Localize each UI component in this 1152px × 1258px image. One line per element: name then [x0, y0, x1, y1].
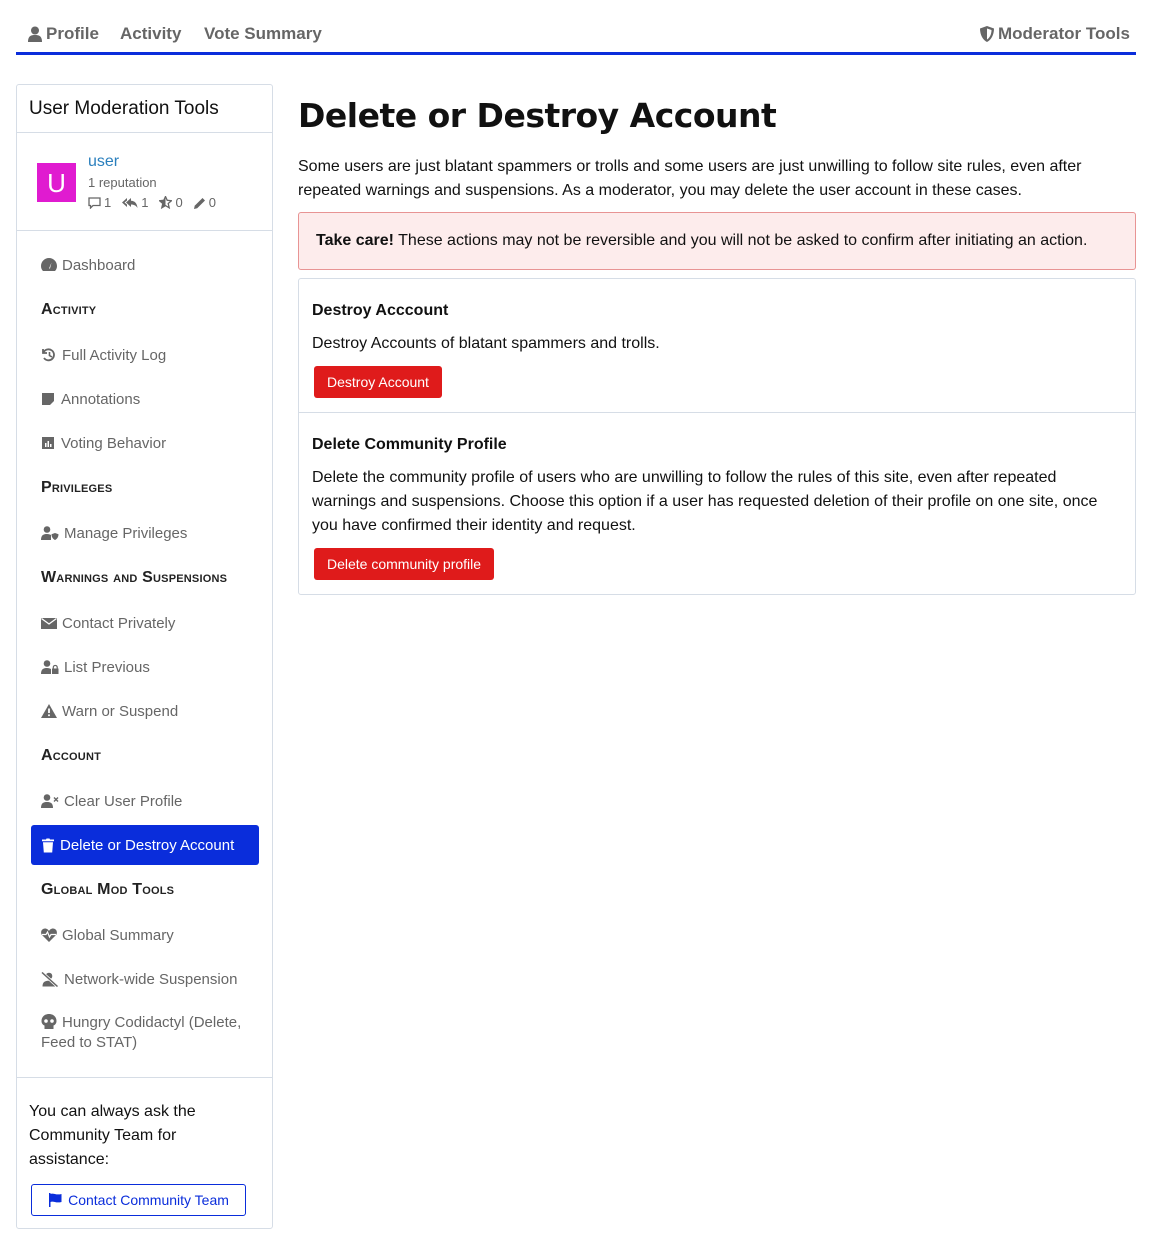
sidebar-item-warn-or-suspend[interactable]: Warn or Suspend [31, 691, 259, 731]
sidebar-item-annotations[interactable]: Annotations [31, 379, 259, 419]
user-icon [28, 26, 42, 42]
tab-profile-label: Profile [46, 24, 99, 43]
sidebar-item-label: Manage Privileges [64, 524, 188, 542]
sidebar-title: User Moderation Tools [17, 85, 272, 133]
section-heading-privileges: Privileges [41, 479, 113, 496]
tab-moderator-tools-label: Moderator Tools [998, 24, 1130, 43]
sticky-note-icon [42, 393, 54, 405]
page-intro: Some users are just blatant spammers or … [298, 158, 1082, 199]
user-shield-icon [41, 526, 59, 540]
tab-vote-summary[interactable]: Vote Summary [204, 24, 322, 44]
page-title: Delete or Destroy Account [298, 96, 777, 135]
sidebar-item-label: Annotations [61, 390, 141, 408]
sidebar-item-label: Contact Privately [62, 614, 176, 632]
sidebar-item-label: Voting Behavior [61, 434, 167, 452]
tab-moderator-tools[interactable]: Moderator Tools [980, 24, 1130, 44]
sidebar-item-global-summary[interactable]: Global Summary [31, 915, 259, 955]
sidebar-item-clear-user-profile[interactable]: Clear User Profile [31, 781, 259, 821]
delete-profile-heading: Delete Community Profile [312, 436, 507, 453]
sidebar-item-voting-behavior[interactable]: Voting Behavior [31, 423, 259, 463]
delete-community-profile-button[interactable]: Delete community profile [314, 548, 495, 580]
sidebar-item-manage-privileges[interactable]: Manage Privileges [31, 513, 259, 553]
actions-panel: Destroy Acccount Destroy Accounts of bla… [298, 278, 1136, 595]
warning-triangle-icon [41, 704, 57, 718]
posts-count: 1 [104, 195, 112, 210]
contact-community-team-label: Contact Community Team [68, 1192, 229, 1208]
sidebar-item-label: Full Activity Log [62, 346, 167, 364]
comment-icon [88, 196, 101, 209]
tab-activity-label: Activity [120, 24, 182, 43]
sidebar-item-full-activity-log[interactable]: Full Activity Log [31, 335, 259, 375]
sidebar-footer: You can always ask the Community Team fo… [17, 1077, 272, 1216]
destroy-account-button[interactable]: Destroy Account [314, 366, 442, 398]
dashboard-gauge-icon [41, 258, 57, 271]
contact-community-team-button[interactable]: Contact Community Team [31, 1184, 246, 1216]
sidebar-item-label: List Previous [64, 658, 150, 676]
tab-profile[interactable]: Profile [28, 24, 99, 44]
user-name-link[interactable]: user [88, 153, 119, 171]
shield-icon [980, 26, 994, 42]
section-heading-account: Account [41, 747, 102, 764]
edits-count: 0 [208, 195, 216, 210]
bar-chart-icon [42, 437, 54, 449]
sidebar-item-label: Network-wide Suspension [64, 970, 238, 988]
sidebar-item-label: Dashboard [62, 256, 136, 274]
top-nav: Profile Activity Vote Summary Moderator … [16, 0, 1136, 55]
star-half-icon [159, 196, 173, 209]
destroy-account-description: Destroy Accounts of blatant spammers and… [312, 335, 660, 352]
sidebar-item-network-wide-suspension[interactable]: Network-wide Suspension [31, 959, 259, 999]
warning-alert: Take care! These actions may not be reve… [298, 212, 1136, 270]
section-heading-global-mod-tools: Global Mod Tools [41, 881, 175, 898]
user-x-icon [41, 794, 59, 808]
sidebar-item-label: Global Summary [62, 926, 174, 944]
sidebar: User Moderation Tools U user 1 reputatio… [16, 84, 273, 1229]
heart-pulse-icon [41, 928, 57, 942]
destroy-account-section: Destroy Acccount Destroy Accounts of bla… [299, 279, 1135, 413]
sidebar-item-list-previous[interactable]: List Previous [31, 647, 259, 687]
sidebar-item-label: Delete or Destroy Account [60, 836, 235, 854]
votes-count: 0 [175, 195, 183, 210]
flag-icon [49, 1193, 62, 1207]
alert-strong: Take care! [316, 232, 394, 249]
sidebar-item-label: Hungry Codidactyl (Delete, Feed to STAT) [41, 1013, 251, 1053]
pencil-icon [193, 197, 205, 209]
user-slash-icon [41, 971, 59, 987]
trash-icon [42, 838, 54, 852]
history-icon [42, 348, 55, 362]
delete-profile-description: Delete the community profile of users wh… [312, 469, 1098, 534]
sidebar-item-label: Clear User Profile [64, 792, 183, 810]
alert-text: These actions may not be reversible and … [393, 232, 1088, 249]
answers-count: 1 [141, 195, 149, 210]
user-lock-icon [41, 660, 59, 674]
tab-activity[interactable]: Activity [120, 24, 181, 44]
sidebar-item-dashboard[interactable]: Dashboard [31, 245, 259, 285]
reply-all-icon [122, 197, 138, 208]
section-heading-warnings: Warnings and Suspensions [41, 569, 228, 586]
delete-profile-section: Delete Community Profile Delete the comm… [299, 413, 1135, 594]
user-stats: 1 1 0 0 [88, 195, 216, 210]
skull-icon [41, 1014, 57, 1029]
sidebar-item-hungry-codidactyl[interactable]: Hungry Codidactyl (Delete, Feed to STAT) [31, 1013, 259, 1057]
destroy-account-heading: Destroy Acccount [312, 302, 449, 319]
envelope-icon [41, 617, 57, 629]
avatar[interactable]: U [37, 163, 76, 202]
sidebar-item-label: Warn or Suspend [62, 702, 179, 720]
user-reputation: 1 reputation [88, 175, 157, 190]
hungry-codidactyl-text: Hungry Codidactyl (Delete, Feed to STAT) [41, 1014, 242, 1051]
section-heading-activity: Activity [41, 301, 97, 318]
sidebar-item-delete-or-destroy-account[interactable]: Delete or Destroy Account [31, 825, 259, 865]
sidebar-item-contact-privately[interactable]: Contact Privately [31, 603, 259, 643]
tab-vote-summary-label: Vote Summary [204, 24, 322, 43]
community-team-note: You can always ask the Community Team fo… [29, 1103, 196, 1168]
